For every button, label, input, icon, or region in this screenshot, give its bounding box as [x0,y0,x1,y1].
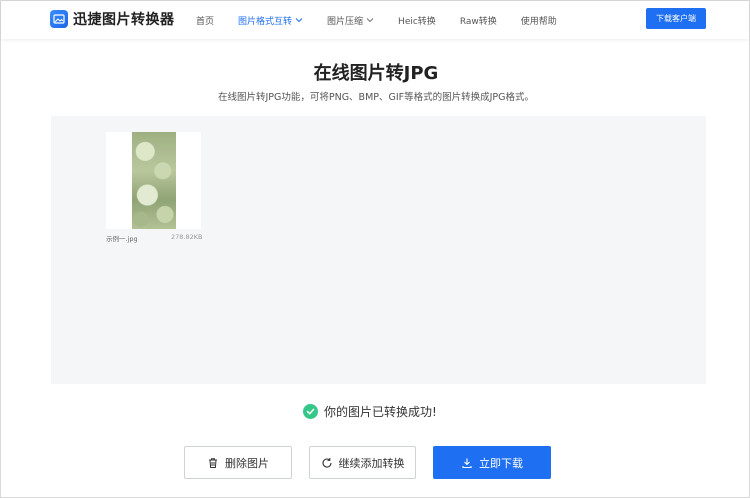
download-now-button[interactable]: 立即下载 [433,446,551,479]
logo-icon [50,10,68,28]
delete-images-label: 删除图片 [225,456,269,470]
download-client-button[interactable]: 下载客户端 [646,8,706,29]
page-subtitle: 在线图片转JPG功能，可将PNG、BMP、GIF等格式的图片转换成JPG格式。 [217,92,535,103]
nav-item-heic[interactable]: Heic转换 [398,14,436,27]
success-text: 你的图片已转换成功! [324,405,437,419]
continue-add-label: 继续添加转换 [338,456,405,470]
file-drop-area[interactable]: 示例一.jpg 278.82KB [51,116,706,384]
trash-icon [209,457,217,468]
download-icon [462,458,472,468]
download-now-label: 立即下载 [479,456,523,470]
nav-item-format-convert[interactable]: 图片格式互转 [238,14,303,27]
nav-item-home[interactable]: 首页 [196,14,214,27]
nav-item-label: 使用帮助 [520,16,557,27]
chevron-down-icon [366,18,374,23]
nav-item-compress[interactable]: 图片压缩 [327,14,374,27]
logo-text: 迅捷图片转换器 [73,12,175,28]
file-card[interactable] [106,132,201,229]
refresh-icon [322,457,332,468]
image-thumbnail [131,132,176,229]
nav-item-label: Raw转换 [459,16,497,27]
check-circle-icon [303,404,318,419]
file-name: 示例一.jpg [106,235,138,243]
nav-item-label: 首页 [196,16,215,27]
logo[interactable]: 迅捷图片转换器 [50,9,175,29]
nav-item-help[interactable]: 使用帮助 [521,14,557,27]
nav-item-raw[interactable]: Raw转换 [460,14,497,27]
delete-images-button[interactable]: 删除图片 [184,446,292,479]
page-title: 在线图片转JPG [313,63,439,84]
chevron-down-icon [295,18,303,23]
continue-add-button[interactable]: 继续添加转换 [309,446,416,479]
top-header: 迅捷图片转换器 首页 图片格式互转 图片压缩 Heic转换 Raw转换 使用帮助 [1,1,749,39]
main-nav: 首页 图片格式互转 图片压缩 Heic转换 Raw转换 使用帮助 [196,1,581,39]
nav-item-label: 图片格式互转 [238,16,293,27]
success-message: 你的图片已转换成功! [303,403,437,420]
app-window: 迅捷图片转换器 首页 图片格式互转 图片压缩 Heic转换 Raw转换 使用帮助 [0,0,750,498]
nav-item-label: 图片压缩 [327,16,364,27]
nav-item-label: Heic转换 [398,16,436,27]
file-size: 278.82KB [171,233,203,241]
